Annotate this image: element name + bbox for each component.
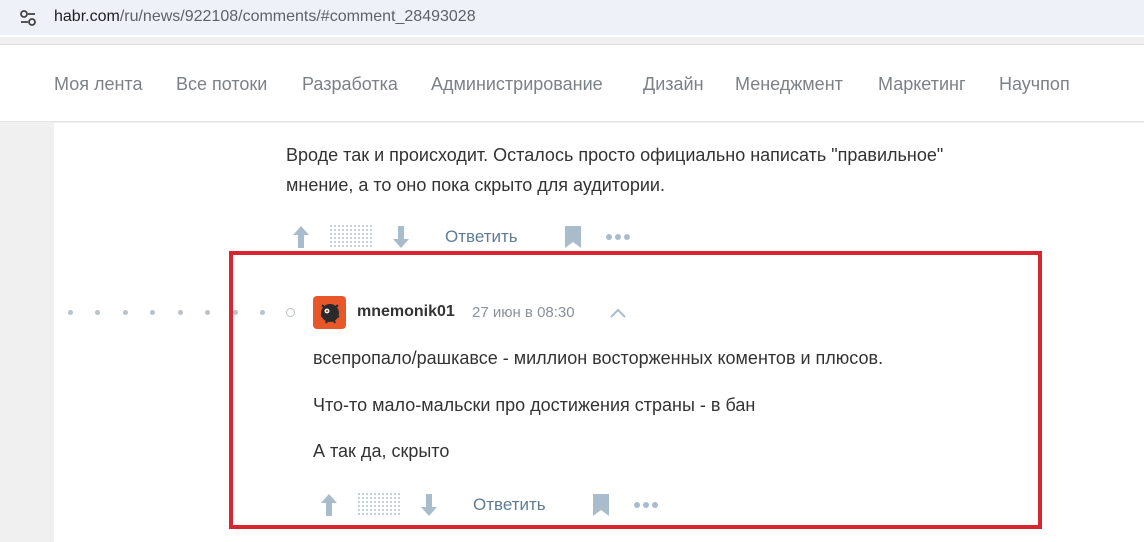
- url-text[interactable]: habr.com/ru/news/922108/comments/#commen…: [54, 8, 476, 26]
- bookmark-icon[interactable]: [564, 225, 582, 249]
- rating-placeholder: [330, 225, 374, 249]
- thread-line-dot: [205, 310, 210, 315]
- arrow-down-icon[interactable]: [419, 492, 439, 518]
- arrow-up-icon[interactable]: [319, 492, 339, 518]
- avatar-image: [313, 296, 346, 329]
- nav-item-design[interactable]: Дизайн: [643, 74, 704, 95]
- previous-comment-line: мнение, а то оно пока скрыто для аудитор…: [286, 175, 665, 195]
- thread-line-dot: [178, 310, 183, 315]
- comment-paragraph: всепропало/рашкавсе - миллион восторженн…: [313, 348, 884, 368]
- arrow-down-icon[interactable]: [391, 224, 411, 250]
- comment-paragraph: А так да, скрыто: [313, 441, 450, 461]
- comment-timestamp[interactable]: 27 июн в 08:30: [472, 304, 575, 321]
- thread-line-dot: [123, 310, 128, 315]
- more-icon[interactable]: [633, 500, 659, 510]
- hubs-navigation: Моя лента Все потоки Разработка Админист…: [0, 44, 1144, 122]
- highlight-frame: [229, 251, 1042, 529]
- bookmark-icon[interactable]: [592, 493, 610, 517]
- previous-comment-line: Вроде так и происходит. Осталось просто …: [286, 145, 944, 165]
- chevron-up-icon[interactable]: [608, 306, 628, 320]
- nav-item-popsci[interactable]: Научпоп: [999, 74, 1070, 95]
- nav-item-my-feed[interactable]: Моя лента: [54, 74, 142, 95]
- comment-author[interactable]: mnemonik01: [357, 303, 455, 321]
- avatar[interactable]: [313, 296, 346, 329]
- reply-button[interactable]: Ответить: [473, 495, 546, 515]
- browser-address-bar: habr.com/ru/news/922108/comments/#commen…: [0, 0, 1144, 37]
- nav-item-all-streams[interactable]: Все потоки: [176, 74, 267, 95]
- previous-comment-body: Вроде так и происходит. Осталось просто …: [286, 140, 1066, 200]
- more-icon[interactable]: [605, 232, 631, 242]
- nav-item-marketing[interactable]: Маркетинг: [878, 74, 966, 95]
- url-path: /ru/news/922108/comments/#comment_284930…: [119, 8, 476, 25]
- nav-item-management[interactable]: Менеджмент: [735, 74, 843, 95]
- nav-item-administration[interactable]: Администрирование: [431, 74, 603, 95]
- page-root: habr.com/ru/news/922108/comments/#commen…: [0, 0, 1144, 542]
- reply-button[interactable]: Ответить: [445, 227, 518, 247]
- arrow-up-icon[interactable]: [291, 224, 311, 250]
- rating-placeholder: [358, 493, 402, 517]
- nav-item-development[interactable]: Разработка: [302, 74, 398, 95]
- tune-icon[interactable]: [18, 8, 38, 28]
- thread-line-dot: [95, 310, 100, 315]
- thread-line-dot: [150, 310, 155, 315]
- url-field[interactable]: habr.com/ru/news/922108/comments/#commen…: [0, 0, 1144, 35]
- thread-line-dot: [68, 310, 73, 315]
- comment-paragraph: Что-то мало-мальски про достижения стран…: [313, 395, 756, 415]
- url-host: habr.com: [54, 8, 120, 25]
